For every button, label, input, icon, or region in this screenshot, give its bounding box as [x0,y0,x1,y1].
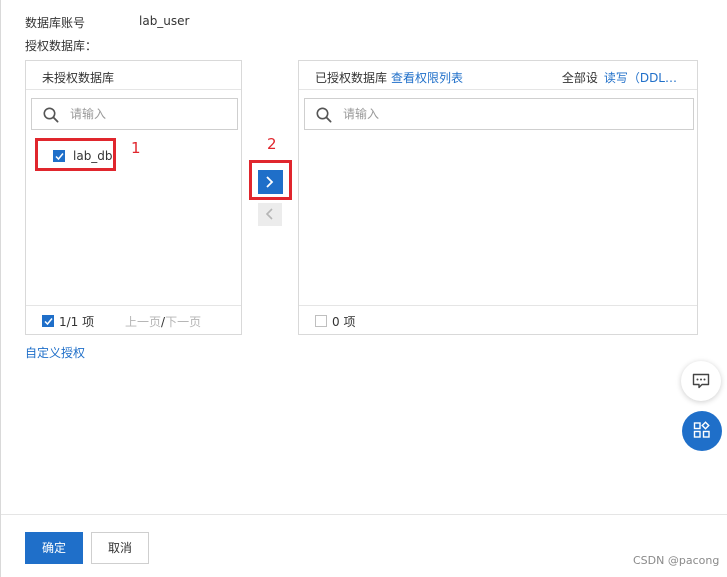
cancel-button[interactable]: 取消 [91,532,149,564]
item-count: 1/1 项 [59,315,95,329]
unauthorized-db-panel: 未授权数据库 lab_db 1/1 项 上一页/下一页 [25,60,242,335]
scope-label: 全部设 [561,71,598,85]
chat-icon [692,373,710,389]
move-right-button[interactable] [258,170,283,194]
permission-dropdown-link[interactable]: 读写（DDL… [604,71,677,85]
annotation-step-2: 2 [267,135,277,153]
authorized-db-panel: 已授权数据库 查看权限列表 全部设读写（DDL… 0 项 [298,60,698,335]
permission-setting: 全部设 读写（DDL… [562,69,677,86]
select-all-checkbox[interactable] [42,315,54,327]
search-icon [316,107,332,123]
search-box[interactable] [304,98,694,130]
search-box[interactable] [31,98,238,130]
check-icon [44,318,53,326]
list-item-label: lab_db [73,149,113,163]
select-all-checkbox[interactable] [315,315,327,327]
pager: 上一页/下一页 [125,313,201,330]
item-count: 0 项 [332,315,356,329]
watermark: CSDN @pacong [633,554,720,567]
account-label: 数据库账号 [25,16,86,30]
panel-footer: 0 项 [299,305,697,334]
check-icon [55,153,64,161]
transfer-highlight [249,160,292,200]
account-value: lab_user [139,14,190,28]
chevron-right-icon [266,176,274,188]
panel-header: 已授权数据库 查看权限列表 全部设 读写（DDL… [299,61,697,90]
panel-footer: 1/1 项 上一页/下一页 [26,305,241,334]
apps-button[interactable] [682,411,722,451]
ok-button[interactable]: 确定 [25,532,83,564]
custom-grant-link[interactable]: 自定义授权 [25,344,85,361]
search-input[interactable] [70,105,220,123]
next-page-link[interactable]: 下一页 [165,315,201,329]
prev-page-link[interactable]: 上一页 [125,315,161,329]
dialog-left-border [0,0,1,577]
annotation-step-1: 1 [131,139,141,157]
item-checkbox[interactable] [53,150,65,162]
move-left-button[interactable] [258,203,282,226]
panel-title: 未授权数据库 [42,71,115,85]
footer-divider [1,514,727,515]
search-icon [43,107,59,123]
chevron-left-icon [265,208,273,220]
list-item[interactable]: lab_db [35,138,116,171]
panel-header: 未授权数据库 [26,61,241,90]
panel-title: 已授权数据库 [315,71,388,85]
chat-button[interactable] [681,361,721,401]
view-permission-list-link[interactable]: 查看权限列表 [391,69,463,86]
apps-icon [693,421,710,438]
grant-database-label: 授权数据库： [25,39,98,53]
search-input[interactable] [343,105,493,123]
